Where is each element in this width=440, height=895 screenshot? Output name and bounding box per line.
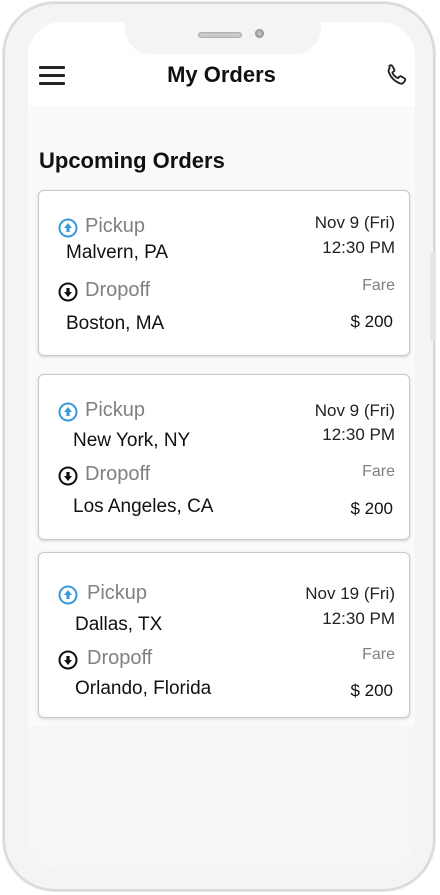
- pickup-location: Malvern, PA: [66, 242, 169, 263]
- dropoff-location: Boston, MA: [66, 313, 165, 334]
- empty-bottom-area: [28, 726, 415, 870]
- order-card[interactable]: Pickup New York, NY Nov 9 (Fri) 12:30 PM…: [38, 374, 410, 540]
- fare-label: Fare: [362, 646, 395, 663]
- order-time: 12:30 PM: [322, 238, 395, 257]
- app-screen: My Orders Upcoming Orders Pickup Malvern…: [28, 22, 415, 870]
- pickup-label: Pickup: [85, 399, 146, 421]
- speaker-grille: [198, 32, 242, 38]
- pickup-arrow-up-icon: [58, 402, 78, 422]
- fare-amount: $ 200: [350, 681, 393, 700]
- fare-amount: $ 200: [350, 312, 393, 331]
- pickup-location: New York, NY: [73, 430, 191, 451]
- dropoff-label: Dropoff: [87, 647, 153, 669]
- section-title: Upcoming Orders: [39, 148, 225, 173]
- dropoff-arrow-down-icon: [58, 282, 78, 302]
- order-date: Nov 19 (Fri): [305, 584, 395, 603]
- dropoff-arrow-down-icon: [58, 466, 78, 486]
- pickup-location: Dallas, TX: [75, 614, 163, 635]
- fare-label: Fare: [362, 463, 395, 480]
- order-time: 12:30 PM: [322, 609, 395, 628]
- page-title: My Orders: [167, 62, 276, 87]
- dropoff-arrow-down-icon: [58, 650, 78, 670]
- dropoff-label: Dropoff: [85, 279, 151, 301]
- order-card[interactable]: Pickup Dallas, TX Nov 19 (Fri) 12:30 PM …: [38, 552, 410, 718]
- phone-notch: [125, 22, 321, 54]
- order-date: Nov 9 (Fri): [314, 213, 395, 232]
- order-card[interactable]: Pickup Malvern, PA Nov 9 (Fri) 12:30 PM …: [38, 190, 410, 356]
- dropoff-location: Los Angeles, CA: [73, 496, 214, 517]
- phone-frame: My Orders Upcoming Orders Pickup Malvern…: [3, 2, 435, 891]
- app-header: My Orders: [28, 54, 415, 106]
- dropoff-label: Dropoff: [85, 463, 151, 485]
- pickup-label: Pickup: [87, 582, 148, 604]
- pickup-label: Pickup: [85, 215, 146, 237]
- phone-icon[interactable]: [384, 62, 410, 88]
- dropoff-location: Orlando, Florida: [75, 678, 212, 699]
- side-button: [430, 252, 435, 342]
- fare-amount: $ 200: [350, 499, 393, 518]
- order-time: 12:30 PM: [322, 425, 395, 444]
- pickup-arrow-up-icon: [58, 218, 78, 238]
- order-date: Nov 9 (Fri): [314, 401, 395, 420]
- front-camera: [255, 29, 264, 38]
- pickup-arrow-up-icon: [58, 585, 78, 605]
- fare-label: Fare: [362, 277, 395, 294]
- orders-content: Upcoming Orders Pickup Malvern, PA Nov 9…: [28, 106, 415, 726]
